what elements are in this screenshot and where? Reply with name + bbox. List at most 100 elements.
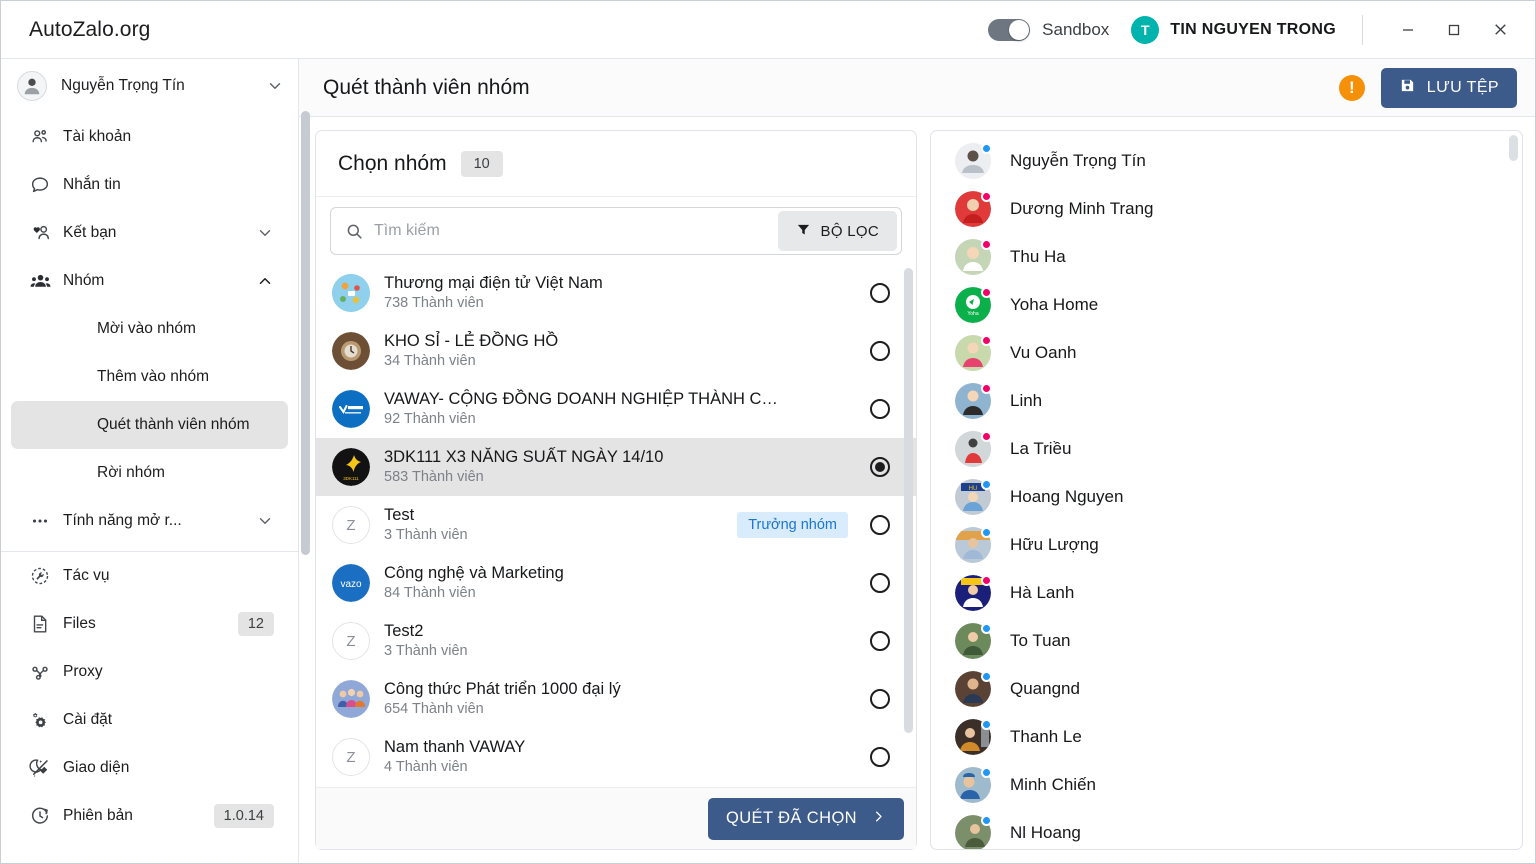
group-row[interactable]: VAWAY- CỘNG ĐỒNG DOANH NGHIỆP THÀNH C… 9… — [316, 380, 916, 438]
group-row[interactable]: Z Test 3 Thành viên Trưởng nhóm — [316, 496, 916, 554]
sandbox-toggle[interactable] — [988, 18, 1031, 41]
sidebar-item-ket-ban[interactable]: Kết bạn — [11, 209, 288, 257]
group-row-selected[interactable]: 3DK111 3DK111 X3 NĂNG SUẤT NGÀY 14/10 58… — [316, 438, 916, 496]
search-input[interactable] — [374, 222, 778, 240]
search-box[interactable]: BỘ LỌC — [330, 207, 902, 255]
avatar-wrap — [955, 431, 992, 467]
group-radio[interactable] — [870, 631, 890, 651]
chevron-down-icon[interactable] — [256, 512, 274, 530]
main-header-actions: ! LƯU TỆP — [1338, 67, 1517, 108]
member-list-scrollbar[interactable] — [1509, 135, 1518, 845]
list-item[interactable]: To Tuan — [931, 617, 1522, 665]
list-item[interactable]: Hà Lanh — [931, 569, 1522, 617]
list-item[interactable]: Nl Hoang — [931, 809, 1522, 849]
list-item[interactable]: Quangnd — [931, 665, 1522, 713]
save-icon — [1399, 77, 1416, 99]
group-list-scrollbar-thumb[interactable] — [904, 268, 913, 733]
close-icon[interactable] — [1477, 1, 1523, 59]
sidebar-item-moi-vao-nhom[interactable]: Mời vào nhóm — [11, 305, 288, 353]
minimize-button[interactable] — [1385, 1, 1431, 59]
group-list-scrollbar[interactable] — [904, 268, 913, 783]
group-name: Công thức Phát triển 1000 đại lý — [384, 679, 621, 698]
avatar[interactable]: T — [1131, 15, 1160, 44]
sidebar-item-nhom[interactable]: Nhóm — [11, 257, 288, 305]
avatar-wrap: Yoha — [955, 287, 992, 323]
group-radio[interactable] — [870, 573, 890, 593]
group-radio-selected[interactable] — [870, 457, 890, 477]
sidebar-item-tai-khoan[interactable]: Tài khoản — [11, 113, 288, 161]
list-item[interactable]: Dương Minh Trang — [931, 185, 1522, 233]
titlebar-user-name[interactable]: TIN NGUYEN TRONG — [1170, 21, 1336, 39]
list-item[interactable]: Hữu Lượng — [931, 521, 1522, 569]
list-item[interactable]: HU Hoang Nguyen — [931, 473, 1522, 521]
warning-icon[interactable]: ! — [1338, 74, 1365, 101]
group-radio[interactable] — [870, 341, 890, 361]
body: Nguyễn Trọng Tín Tài khoản Nhắn tin Kết … — [1, 59, 1535, 863]
member-name: Nguyễn Trọng Tín — [1010, 151, 1146, 170]
status-badge — [981, 479, 992, 490]
sidebar-item-giao-dien[interactable]: Giao diện — [11, 744, 288, 792]
dots-icon — [29, 510, 63, 532]
group-radio[interactable] — [870, 747, 890, 767]
group-row[interactable]: Thương mại điện tử Việt Nam 738 Thành vi… — [316, 264, 916, 322]
member-list-scrollbar-thumb[interactable] — [1509, 135, 1518, 161]
list-item[interactable]: Linh — [931, 377, 1522, 425]
list-item[interactable]: Yoha Yoha Home — [931, 281, 1522, 329]
sidebar-account-row[interactable]: Nguyễn Trọng Tín — [1, 59, 298, 113]
sandbox-label: Sandbox — [1042, 19, 1110, 39]
sidebar-item-tinh-nang-mo-rong[interactable]: Tính năng mở r... — [11, 497, 288, 545]
list-item[interactable]: Thu Ha — [931, 233, 1522, 281]
group-name: Nam thanh VAWAY — [384, 737, 526, 756]
member-list-panel: Nguyễn Trọng Tín Dương Minh Trang Thu Ha… — [930, 130, 1523, 850]
group-row[interactable]: Công thức Phát triển 1000 đại lý 654 Thà… — [316, 670, 916, 728]
chat-icon — [29, 174, 63, 196]
sidebar-item-nhan-tin[interactable]: Nhắn tin — [11, 161, 288, 209]
gear-icon — [29, 709, 63, 732]
group-text: Nam thanh VAWAY 4 Thành viên — [384, 737, 856, 778]
member-list[interactable]: Nguyễn Trọng Tín Dương Minh Trang Thu Ha… — [931, 131, 1522, 849]
group-row[interactable]: Z Nam thanh VAWAY 4 Thành viên — [316, 728, 916, 786]
sidebar-item-files[interactable]: Files 12 — [11, 600, 288, 648]
group-avatar — [332, 390, 370, 428]
chevron-down-icon[interactable] — [256, 224, 274, 242]
status-badge — [981, 239, 992, 250]
chevron-down-icon[interactable] — [266, 77, 284, 95]
svg-text:vazo: vazo — [340, 579, 362, 590]
status-badge — [981, 335, 992, 346]
group-list[interactable]: Thương mại điện tử Việt Nam 738 Thành vi… — [316, 264, 916, 787]
group-radio[interactable] — [870, 283, 890, 303]
group-row[interactable]: Z Test2 3 Thành viên — [316, 612, 916, 670]
save-file-label: LƯU TỆP — [1426, 78, 1499, 96]
group-row[interactable]: vazo Công nghệ và Marketing 84 Thành viê… — [316, 554, 916, 612]
list-item[interactable]: Thanh Le — [931, 713, 1522, 761]
save-file-button[interactable]: LƯU TỆP — [1380, 67, 1517, 108]
sidebar-item-phien-ban[interactable]: Phiên bản 1.0.14 — [11, 792, 288, 840]
account-name: Nguyễn Trọng Tín — [61, 77, 185, 94]
group-radio[interactable] — [870, 515, 890, 535]
group-row[interactable]: KHO SỈ - LẺ ĐỒNG HỒ 34 Thành viên — [316, 322, 916, 380]
users-icon — [29, 126, 63, 148]
sidebar-item-quet-thanh-vien-nhom[interactable]: Quét thành viên nhóm — [11, 401, 288, 449]
list-item[interactable]: La Triều — [931, 425, 1522, 473]
list-item[interactable]: Vu Oanh — [931, 329, 1522, 377]
chevron-right-icon — [871, 809, 886, 829]
sidebar-item-them-vao-nhom[interactable]: Thêm vào nhóm — [11, 353, 288, 401]
sidebar-item-proxy[interactable]: Proxy — [11, 648, 288, 696]
maximize-button[interactable] — [1431, 1, 1477, 59]
list-item[interactable]: Minh Chiến — [931, 761, 1522, 809]
filter-button[interactable]: BỘ LỌC — [777, 211, 897, 251]
sidebar-item-tac-vu[interactable]: Tác vụ — [11, 552, 288, 600]
group-radio[interactable] — [870, 689, 890, 709]
sidebar-item-cai-dat[interactable]: Cài đặt — [11, 696, 288, 744]
sidebar-item-roi-nhom[interactable]: Rời nhóm — [11, 449, 288, 497]
group-name: Test2 — [384, 621, 424, 640]
search-icon — [345, 222, 364, 241]
group-radio[interactable] — [870, 399, 890, 419]
scan-selected-button[interactable]: QUÉT ĐÃ CHỌN — [707, 797, 904, 840]
sidebar-item-label: Rời nhóm — [97, 464, 165, 481]
status-badge — [981, 287, 992, 298]
status-badge — [981, 527, 992, 538]
chevron-up-icon[interactable] — [256, 272, 274, 290]
group-picker-panel: Chọn nhóm 10 Tìm kiếm BỘ LỌC Thương mại … — [315, 130, 917, 850]
list-item[interactable]: Nguyễn Trọng Tín — [931, 137, 1522, 185]
